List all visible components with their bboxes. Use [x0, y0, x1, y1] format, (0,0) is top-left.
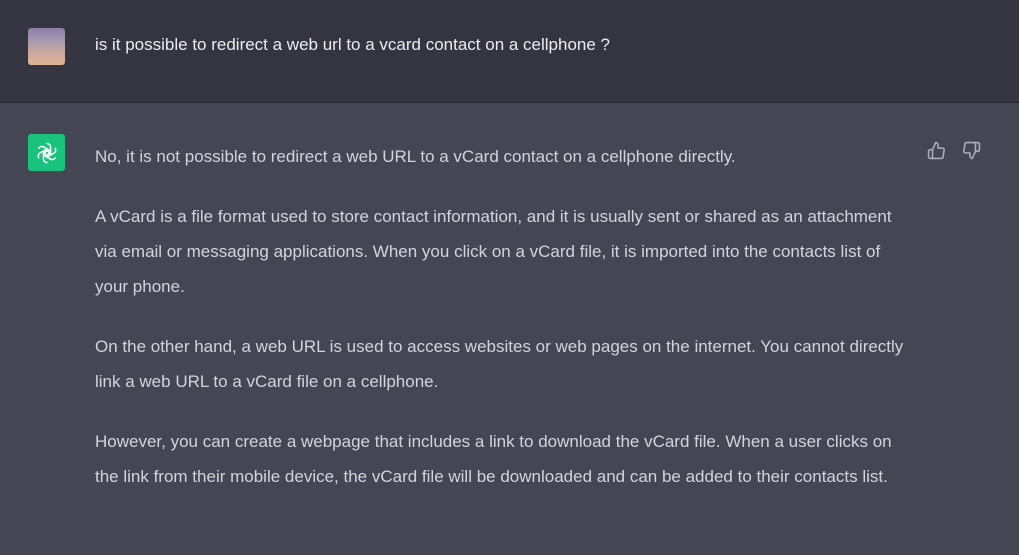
- message-paragraph: However, you can create a webpage that i…: [95, 432, 892, 486]
- feedback-buttons: [926, 140, 981, 160]
- thumbs-up-icon: [927, 141, 945, 159]
- user-avatar: [28, 28, 65, 65]
- message-paragraph: A vCard is a file format used to store c…: [95, 207, 892, 296]
- assistant-message-text: No, it is not possible to redirect a web…: [95, 139, 915, 519]
- thumbs-down-icon: [962, 141, 980, 159]
- assistant-message-row: No, it is not possible to redirect a web…: [0, 104, 1019, 555]
- thumbs-down-button[interactable]: [961, 140, 981, 160]
- thumbs-up-button[interactable]: [926, 140, 946, 160]
- message-paragraph: No, it is not possible to redirect a web…: [95, 147, 736, 166]
- openai-logo-icon: [28, 134, 65, 171]
- message-paragraph: On the other hand, a web URL is used to …: [95, 337, 904, 391]
- user-message-row: is it possible to redirect a web url to …: [0, 0, 1019, 103]
- user-message-text: is it possible to redirect a web url to …: [95, 35, 611, 54]
